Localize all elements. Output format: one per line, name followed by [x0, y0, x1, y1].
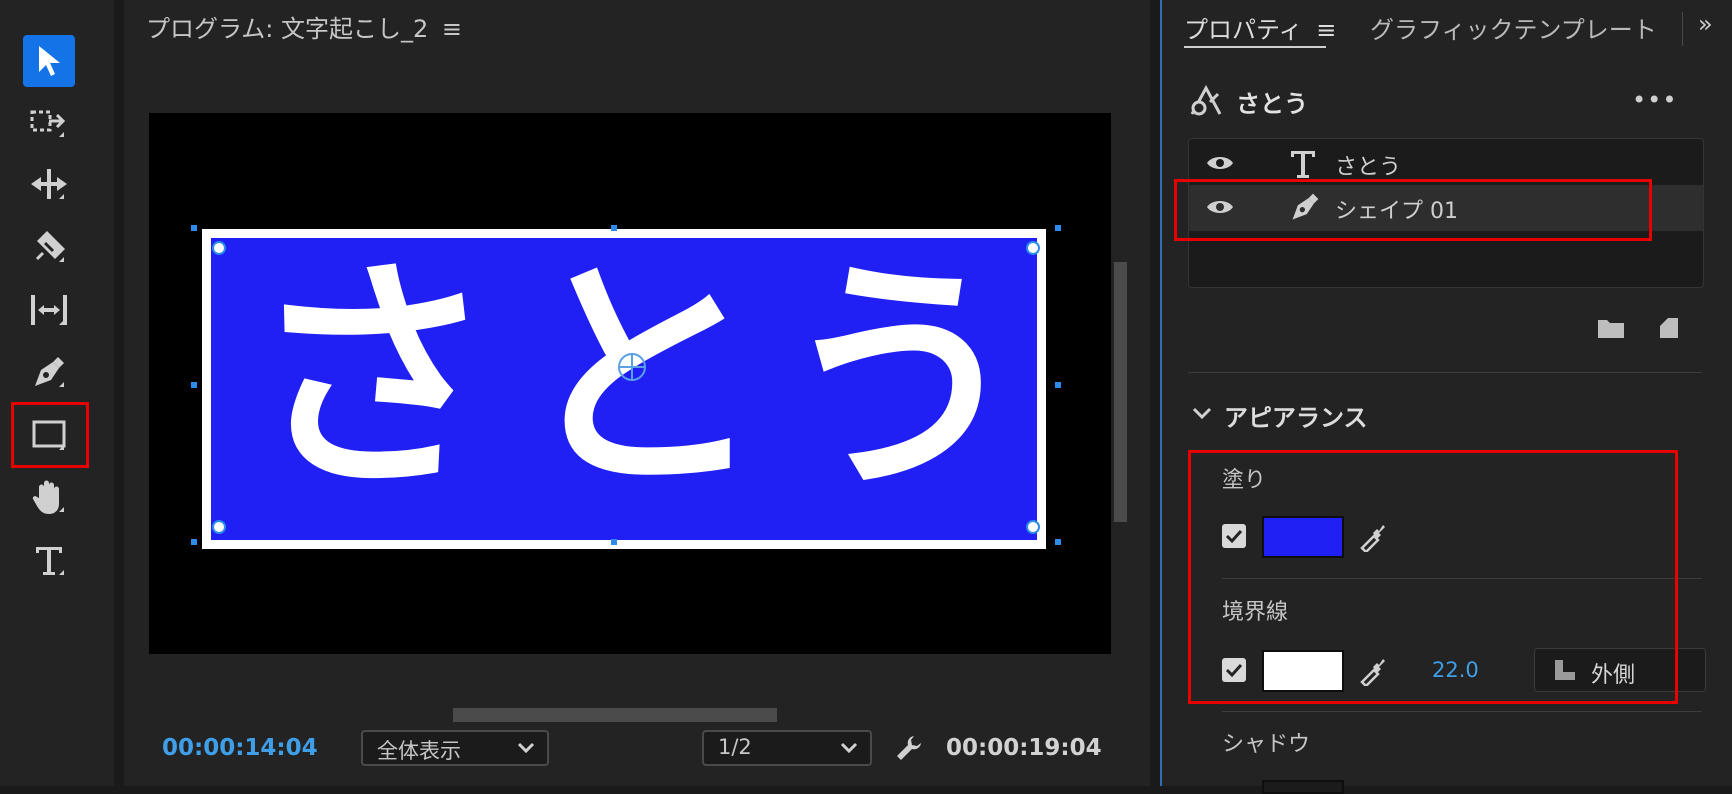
corner-radius-handle[interactable]: [1026, 520, 1040, 534]
chevron-down-icon[interactable]: [1192, 406, 1212, 420]
ripple-edit-tool[interactable]: [23, 158, 75, 210]
chevron-down-icon: [840, 742, 858, 754]
tools-panel: [0, 0, 114, 786]
tab-properties-label: プロパティ: [1184, 16, 1303, 44]
zoom-level-select[interactable]: 全体表示: [361, 730, 549, 766]
transform-handle[interactable]: [1055, 539, 1061, 545]
corner-radius-handle[interactable]: [212, 241, 226, 255]
shadow-color-swatch[interactable]: [1262, 780, 1344, 794]
type-tool[interactable]: [23, 534, 75, 586]
current-timecode[interactable]: 00:00:14:04: [162, 735, 318, 761]
corner-radius-handle[interactable]: [212, 520, 226, 534]
canvas-char-u: う: [779, 237, 1026, 523]
eye-icon[interactable]: [1205, 153, 1235, 173]
shape-layer-highlight: [1174, 179, 1652, 241]
tab-divider: [1682, 12, 1683, 46]
properties-panel: プロパティ ≡ グラフィックテンプレート » さとう ••• さとう シェイプ …: [1160, 0, 1732, 794]
chevron-down-icon: [517, 742, 535, 754]
tab-properties[interactable]: プロパティ ≡: [1184, 10, 1336, 45]
monitor-title-text: プログラム: 文字起こし_2: [146, 15, 429, 43]
horizontal-scrollbar[interactable]: [453, 708, 777, 722]
pen-tool[interactable]: [23, 346, 75, 398]
arrow-pointer-icon: [39, 46, 60, 76]
zoom-level-value: 全体表示: [377, 739, 461, 763]
transform-handle[interactable]: [191, 225, 197, 231]
appearance-section-title[interactable]: アピアランス: [1224, 398, 1368, 433]
more-tabs-icon[interactable]: »: [1698, 10, 1713, 38]
duration-timecode: 00:00:19:04: [946, 735, 1102, 761]
playback-resolution-value: 1/2: [718, 735, 752, 759]
razor-tool[interactable]: [23, 221, 75, 273]
wrench-icon[interactable]: [894, 733, 924, 763]
object-name: さとう: [1236, 90, 1308, 118]
program-monitor: プログラム: 文字起こし_2 ≡ さ と う 00:00:14:04 全体表示: [124, 0, 1150, 786]
canvas-char-sa: さ: [249, 237, 496, 523]
hand-tool[interactable]: [23, 471, 75, 523]
video-canvas[interactable]: さ と う: [149, 113, 1111, 654]
active-tab-indicator: [1184, 46, 1326, 48]
anchor-point-icon[interactable]: [616, 351, 648, 383]
shadow-label: シャドウ: [1222, 732, 1311, 757]
section-divider: [1222, 711, 1702, 712]
monitor-title[interactable]: プログラム: 文字起こし_2 ≡: [146, 9, 462, 44]
transform-handle[interactable]: [191, 382, 197, 388]
tab-essential-graphics[interactable]: グラフィックテンプレート: [1370, 10, 1657, 45]
selection-tool[interactable]: [23, 35, 75, 87]
section-divider: [1188, 372, 1702, 373]
transform-handle[interactable]: [1055, 382, 1061, 388]
new-layer-icon[interactable]: [1656, 316, 1682, 340]
panel-menu-icon[interactable]: ≡: [442, 15, 462, 43]
corner-radius-handle[interactable]: [1026, 241, 1040, 255]
new-group-folder-icon[interactable]: [1596, 316, 1626, 340]
panel-menu-icon[interactable]: ≡: [1316, 16, 1336, 44]
rectangle-tool-highlight: [11, 402, 89, 468]
vertical-scrollbar[interactable]: [1114, 262, 1127, 522]
playback-resolution-select[interactable]: 1/2: [702, 730, 872, 766]
appearance-highlight: [1188, 450, 1678, 704]
transform-handle[interactable]: [191, 539, 197, 545]
slip-tool[interactable]: [23, 284, 75, 336]
text-layer-icon: [1291, 151, 1315, 178]
transform-handle[interactable]: [611, 225, 617, 231]
transform-handle[interactable]: [1055, 225, 1061, 231]
graphic-object-icon: [1190, 84, 1222, 116]
transform-handle[interactable]: [611, 539, 617, 545]
track-select-tool[interactable]: [23, 96, 75, 148]
more-options-icon[interactable]: •••: [1632, 86, 1677, 114]
layer-name: さとう: [1335, 155, 1402, 180]
